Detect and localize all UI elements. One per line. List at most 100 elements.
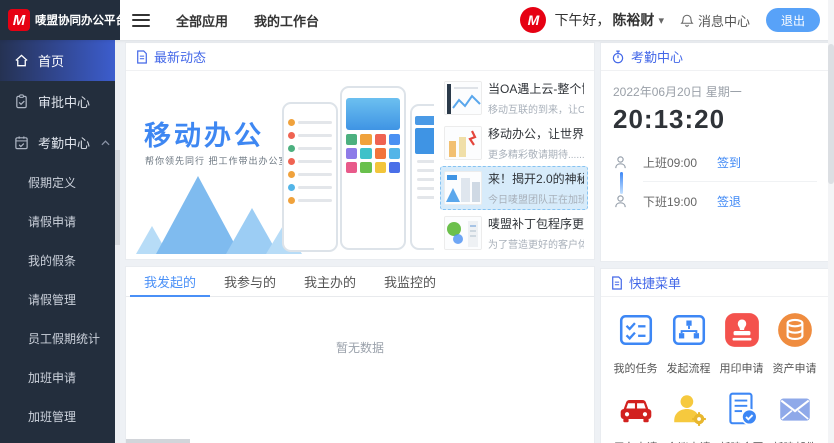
news-title: 唛盟补丁包程序更新 xyxy=(488,215,584,232)
menu-toggle-icon[interactable] xyxy=(132,10,150,30)
horizontal-scrollbar[interactable] xyxy=(126,439,190,443)
news-item[interactable]: 当OA遇上云-整个协同OA 移动互联的到来，让OA与云 xyxy=(440,76,588,120)
quick-item-asset-request[interactable]: 资产申请 xyxy=(768,311,821,376)
quick-item-my-tasks[interactable]: 我的任务 xyxy=(609,311,662,376)
sidebar-subitem-overtime-request[interactable]: 加班申请 xyxy=(0,358,120,397)
message-center[interactable]: 消息中心 xyxy=(680,11,750,30)
sidebar-item-approval-center[interactable]: 审批中心 xyxy=(0,81,120,122)
quick-item-car-request[interactable]: 用车申请 xyxy=(609,390,662,443)
chevron-up-icon xyxy=(101,140,110,146)
username: 陈裕财 xyxy=(612,10,654,30)
check-out-row: 下班19:00 签退 xyxy=(613,182,817,220)
logout-button[interactable]: 退出 xyxy=(766,8,820,32)
quick-item-label: 资产申请 xyxy=(773,360,817,376)
phone-mockup xyxy=(340,86,406,250)
news-subtitle: 今日唛盟团队正在加班加点, xyxy=(488,191,584,206)
sidebar-subitem-overtime-management[interactable]: 加班管理 xyxy=(0,397,120,436)
stopwatch-icon xyxy=(611,50,625,64)
asset-icon xyxy=(776,311,814,354)
shift-label: 下班19:00 xyxy=(643,193,717,210)
approval-clipboard-icon xyxy=(14,94,29,109)
sidebar-item-home[interactable]: 首页 xyxy=(0,40,120,81)
user-menu[interactable]: 下午好， 陈裕财 ▾ xyxy=(554,10,664,30)
shift-label: 上班09:00 xyxy=(643,154,717,171)
check-in-link[interactable]: 签到 xyxy=(717,154,741,171)
document-icon xyxy=(136,50,148,64)
news-body: 移动办公 帮你领先同行 把工作带出办公室 xyxy=(126,72,594,259)
subitem-label: 请假申请 xyxy=(28,213,76,230)
subitem-label: 请假管理 xyxy=(28,291,76,308)
sidebar-subitem-leave-request[interactable]: 请假申请 xyxy=(0,202,120,241)
news-thumbnail xyxy=(444,171,482,205)
sidebar-subitem-leave-management[interactable]: 请假管理 xyxy=(0,280,120,319)
news-item[interactable]: 移动办公，让世界触手可 更多精彩敬请期待....... xyxy=(440,121,588,165)
seal-icon xyxy=(723,311,761,354)
home-icon xyxy=(14,53,29,68)
greeting-text: 下午好， xyxy=(554,10,610,30)
app-logo: M xyxy=(8,9,30,31)
subitem-label: 假期定义 xyxy=(28,174,76,191)
phone-mockup xyxy=(410,104,434,250)
tab-my-participated[interactable]: 我参与的 xyxy=(210,267,290,296)
subitem-label: 我的假条 xyxy=(28,252,76,269)
header-right: M 下午好， 陈裕财 ▾ 消息中心 退出 xyxy=(520,7,834,33)
subitem-label: 加班管理 xyxy=(28,408,76,425)
tasks-icon xyxy=(617,311,655,354)
brand: M 唛盟协同办公平台 xyxy=(0,0,120,40)
news-title: 来！揭开2.0的神秘面纱- xyxy=(488,170,584,187)
tasks-panel: 我发起的 我参与的 我主办的 我监控的 暂无数据 xyxy=(125,266,595,443)
banner-headline: 移动办公 xyxy=(144,114,264,153)
banner-subline: 帮你领先同行 把工作带出办公室 xyxy=(145,154,289,167)
vertical-scrollbar[interactable] xyxy=(828,0,834,443)
check-in-row: 上班09:00 签到 xyxy=(613,143,817,181)
user-avatar[interactable]: M xyxy=(520,7,546,33)
news-title: 移动办公，让世界触手可 xyxy=(488,125,584,142)
attendance-calendar-icon xyxy=(14,135,29,150)
sidebar-item-label: 首页 xyxy=(38,51,64,70)
top-nav: 全部应用 我的工作台 xyxy=(176,11,319,30)
quick-item-seal-request[interactable]: 用印申请 xyxy=(715,311,768,376)
panel-header: 快捷菜单 xyxy=(601,269,829,297)
quick-item-label: 新建邮件 xyxy=(773,439,817,443)
quick-item-label: 用印申请 xyxy=(720,360,764,376)
panel-title: 快捷菜单 xyxy=(629,273,681,292)
news-item-selected[interactable]: 来！揭开2.0的神秘面纱- 今日唛盟团队正在加班加点, xyxy=(440,166,588,210)
check-out-link[interactable]: 签退 xyxy=(717,193,741,210)
quick-item-new-contract[interactable]: 新建合同 xyxy=(715,390,768,443)
quick-item-meeting-request[interactable]: 会议申请 xyxy=(662,390,715,443)
nav-my-workspace[interactable]: 我的工作台 xyxy=(254,11,319,30)
quick-menu-panel: 快捷菜单 我的任务 发起流程 xyxy=(600,268,830,443)
sidebar-item-attendance-center[interactable]: 考勤中心 xyxy=(0,122,120,163)
bell-icon xyxy=(680,13,694,28)
sidebar-item-label: 考勤中心 xyxy=(38,133,90,152)
tab-my-monitored[interactable]: 我监控的 xyxy=(370,267,450,296)
subitem-label: 加班申请 xyxy=(28,369,76,386)
sidebar: 首页 审批中心 考勤中心 假期定义 请假申请 我的假条 请假管理 员工假期统计 … xyxy=(0,40,120,443)
attendance-panel: 考勤中心 2022年06月20日 星期一 20:13:20 上班09:00 签到 xyxy=(600,42,830,262)
latest-news-panel: 最新动态 移动办公 帮你领先同行 把工作带出办公室 xyxy=(125,42,595,260)
news-subtitle: 移动互联的到来，让OA与云 xyxy=(488,101,584,116)
sidebar-subitem-holiday-definition[interactable]: 假期定义 xyxy=(0,163,120,202)
quick-menu-grid: 我的任务 发起流程 用印申请 xyxy=(601,297,829,443)
panel-title: 考勤中心 xyxy=(631,47,683,66)
tab-my-initiated[interactable]: 我发起的 xyxy=(130,267,210,296)
nav-all-apps[interactable]: 全部应用 xyxy=(176,11,228,30)
quick-item-label: 新建合同 xyxy=(720,439,764,443)
news-list: 当OA遇上云-整个协同OA 移动互联的到来，让OA与云 移动办公，让世界触手可 … xyxy=(440,76,588,255)
chevron-down-icon: ▾ xyxy=(658,14,664,27)
quick-item-new-mail[interactable]: 新建邮件 xyxy=(768,390,821,443)
banner-image[interactable]: 移动办公 帮你领先同行 把工作带出办公室 xyxy=(134,76,434,254)
subitem-label: 员工假期统计 xyxy=(28,330,100,347)
sidebar-item-label: 审批中心 xyxy=(38,92,90,111)
sidebar-subitem-employee-holiday-stats[interactable]: 员工假期统计 xyxy=(0,319,120,358)
news-subtitle: 更多精彩敬请期待....... xyxy=(488,146,584,161)
sidebar-subitem-my-leave-notes[interactable]: 我的假条 xyxy=(0,241,120,280)
meeting-person-icon xyxy=(670,390,708,433)
quick-item-start-flow[interactable]: 发起流程 xyxy=(662,311,715,376)
tasks-tabs: 我发起的 我参与的 我主办的 我监控的 xyxy=(126,267,594,297)
flow-icon xyxy=(670,311,708,354)
news-item[interactable]: 唛盟补丁包程序更新 为了营造更好的客户体验，唛 xyxy=(440,211,588,255)
tab-my-hosted[interactable]: 我主办的 xyxy=(290,267,370,296)
phone-mockup xyxy=(282,102,338,252)
panel-title: 最新动态 xyxy=(154,47,206,66)
